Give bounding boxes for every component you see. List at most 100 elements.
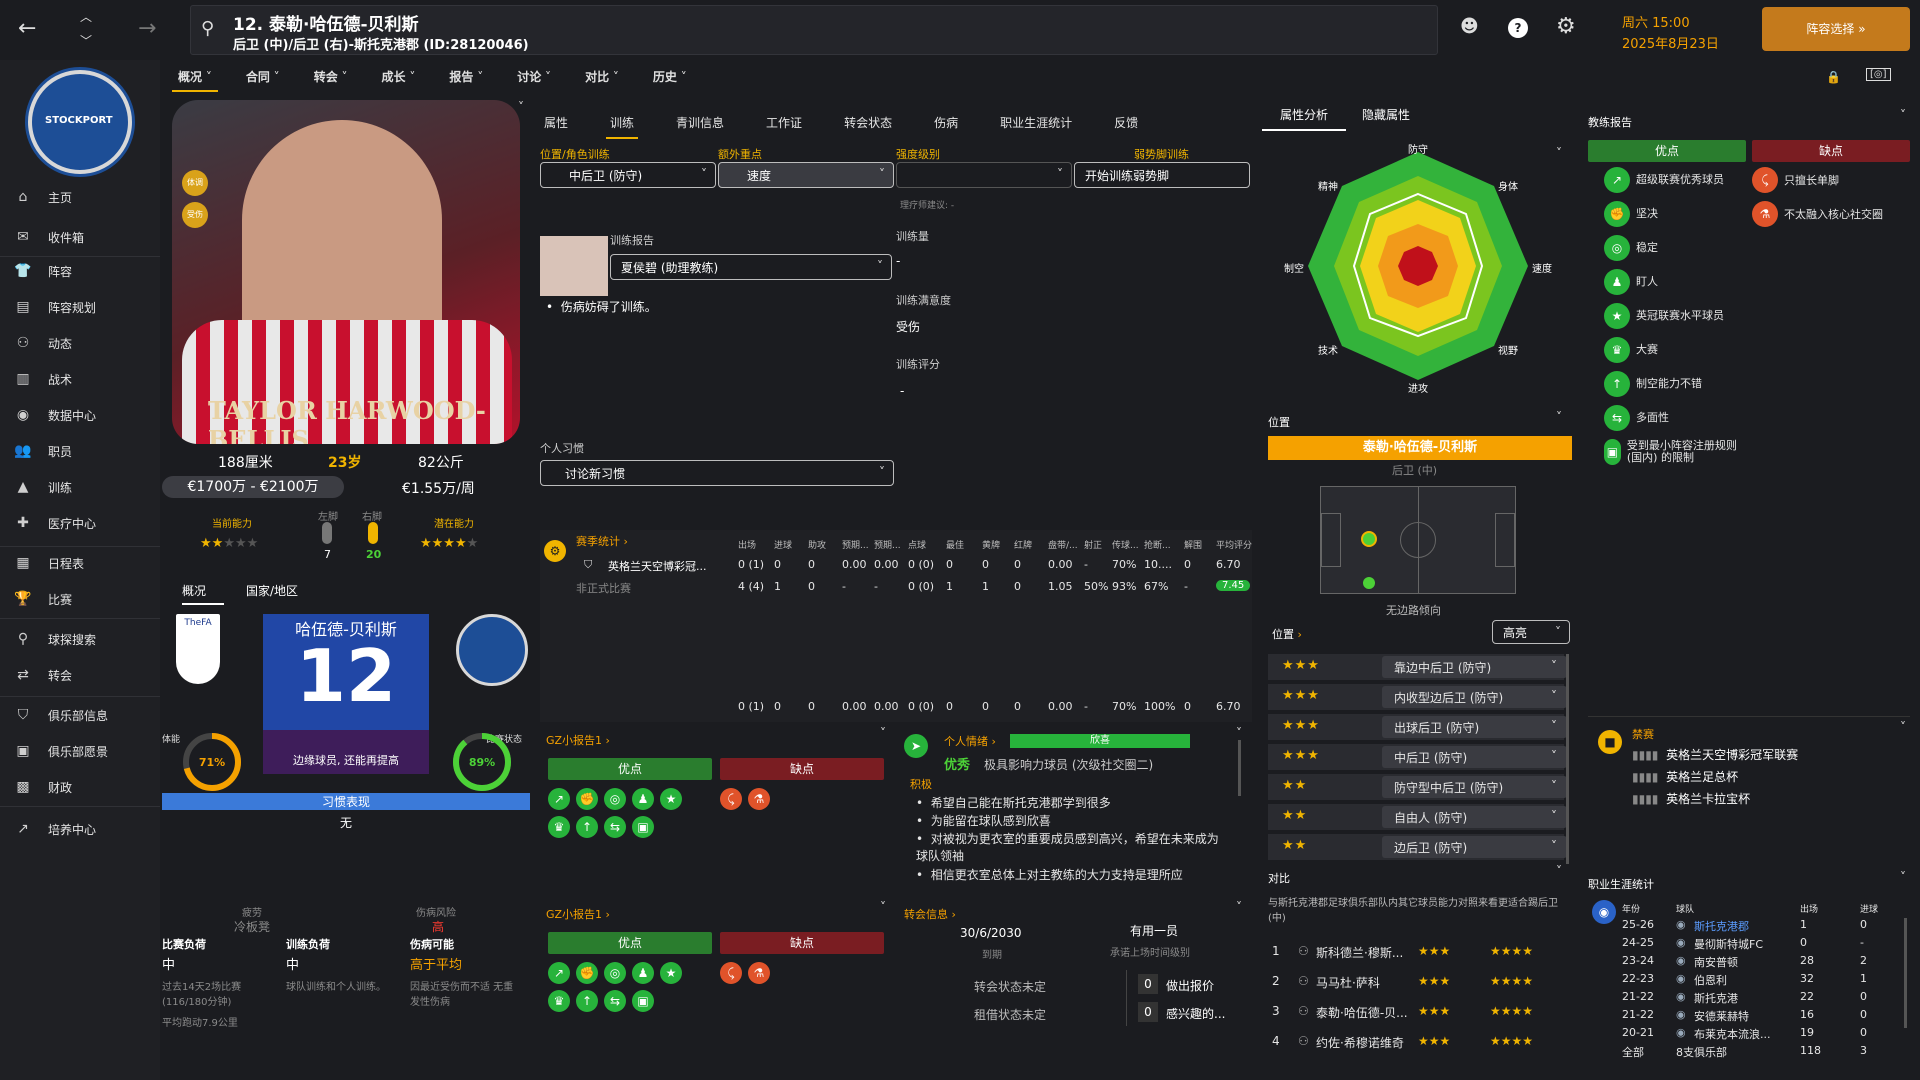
tab-transfer-status[interactable]: 转会状态 bbox=[840, 108, 896, 139]
position-role-row[interactable]: ★★★ 出球后卫 (防守) ˅ bbox=[1268, 714, 1567, 740]
career-row[interactable]: 21-22 ◉ 安德莱赫特 16 0 bbox=[1622, 1008, 1920, 1025]
interested-link[interactable]: 感兴趣的... bbox=[1166, 1005, 1225, 1022]
transfer-title[interactable]: 转会信息 › bbox=[904, 906, 956, 922]
compare-row[interactable]: 2 ⚇ 马马杜·萨科 ★★★ ★★★★ bbox=[1268, 974, 1568, 1002]
sidebar-item-inbox[interactable]: ✉ 收件箱 bbox=[12, 224, 157, 250]
flask-icon[interactable]: ⚗ bbox=[748, 788, 770, 810]
nav-compare[interactable]: 对比 ˅ bbox=[579, 62, 625, 92]
sidebar-item-dynamics[interactable]: ⚇ 动态 bbox=[12, 330, 157, 356]
make-offer-link[interactable]: 做出报价 bbox=[1166, 977, 1214, 994]
marking-icon[interactable]: ♟ bbox=[632, 788, 654, 810]
tab-nation[interactable]: 国家/地区 bbox=[246, 582, 298, 599]
position-role-row[interactable]: ★★★ 中后卫 (防守) ˅ bbox=[1268, 744, 1567, 770]
fitness-badge[interactable]: 体调 bbox=[182, 170, 208, 196]
coach-report-collapse-icon[interactable]: ˅ bbox=[1900, 108, 1906, 122]
stats-header-cell[interactable]: 抢断... bbox=[1144, 538, 1171, 551]
register-icon[interactable]: ▣ bbox=[632, 816, 654, 838]
gz-report-title-1[interactable]: GZ小报告1 › bbox=[546, 732, 610, 748]
camera-icon[interactable]: [◎] bbox=[1866, 68, 1891, 81]
sidebar-item-staff[interactable]: 👥 职员 bbox=[12, 438, 157, 464]
fist-icon[interactable]: ✊ bbox=[576, 962, 598, 984]
position-role-row[interactable]: ★★ 自由人 (防守) ˅ bbox=[1268, 804, 1567, 830]
brain-icon[interactable]: ☻ bbox=[1460, 16, 1479, 37]
fist-icon[interactable]: ✊ bbox=[576, 788, 598, 810]
stats-header-cell[interactable]: 最佳 bbox=[946, 538, 964, 551]
intensity-select[interactable]: ˅ bbox=[896, 162, 1072, 188]
position-role-row[interactable]: ★★ 边后卫 (防守) ˅ bbox=[1268, 834, 1567, 860]
nav-reports[interactable]: 报告 ˅ bbox=[443, 62, 489, 92]
stats-header-cell[interactable]: 进球 bbox=[774, 538, 792, 551]
gear-icon[interactable]: ⚙ bbox=[1556, 14, 1576, 39]
stats-header-cell[interactable]: 平均评分 bbox=[1216, 538, 1252, 551]
role-select[interactable]: 中后卫 (防守) ˅ bbox=[1382, 746, 1567, 768]
star-icon[interactable]: ★ bbox=[660, 788, 682, 810]
compare-row[interactable]: 1 ⚇ 斯科德兰·穆斯... ★★★ ★★★★ bbox=[1268, 944, 1568, 972]
search-bar[interactable]: ⚲ 12. 泰勒·哈伍德-贝利斯 后卫 (中)/后卫 (右)-斯托克港郡 (ID… bbox=[190, 5, 1438, 55]
position-list-title[interactable]: 位置 › bbox=[1272, 626, 1302, 642]
tab-hidden-attr[interactable]: 隐藏属性 bbox=[1362, 106, 1410, 123]
career-row[interactable]: 22-23 ◉ 伯恩利 32 1 bbox=[1622, 972, 1920, 989]
sidebar-item-club-info[interactable]: ⛉ 俱乐部信息 bbox=[12, 702, 157, 728]
habit-select[interactable]: 讨论新习惯 ˅ bbox=[540, 460, 894, 486]
career-row[interactable]: 25-26 ◉ 斯托克港郡 1 0 bbox=[1622, 918, 1920, 935]
compare-row[interactable]: 4 ⚇ 约佐·希穆诺维奇 ★★★ ★★★★ bbox=[1268, 1034, 1568, 1062]
stats-header-cell[interactable]: 预期... bbox=[842, 538, 869, 551]
coach-pro-item[interactable]: ♛ 大赛 bbox=[1604, 336, 1744, 364]
fa-crest[interactable]: TheFA bbox=[176, 614, 220, 684]
sidebar-item-data-hub[interactable]: ◉ 数据中心 bbox=[12, 402, 157, 428]
nav-history[interactable]: 历史 ˅ bbox=[647, 62, 693, 92]
trend-icon[interactable]: ↗ bbox=[548, 788, 570, 810]
stats-header-cell[interactable]: 盘带/... bbox=[1048, 538, 1078, 551]
sidebar-item-home[interactable]: ⌂ 主页 bbox=[12, 184, 157, 210]
career-row[interactable]: 20-21 ◉ 布莱克本流浪... 19 0 bbox=[1622, 1026, 1920, 1043]
weak-foot-button[interactable]: 开始训练弱势脚 bbox=[1074, 162, 1250, 188]
chevron-down-icon[interactable]: ﹀ bbox=[80, 32, 92, 49]
compare-row[interactable]: 3 ⚇ 泰勒·哈伍德-贝... ★★★ ★★★★ bbox=[1268, 1004, 1568, 1032]
tab-attributes[interactable]: 属性 bbox=[540, 108, 572, 139]
star-icon[interactable]: ★ bbox=[660, 962, 682, 984]
career-row[interactable]: 24-25 ◉ 曼彻斯特城FC 0 - bbox=[1622, 936, 1920, 953]
trophy-icon[interactable]: ♛ bbox=[548, 990, 570, 1012]
trend-icon[interactable]: ↗ bbox=[548, 962, 570, 984]
highlight-select[interactable]: 高亮 ˅ bbox=[1492, 620, 1570, 644]
tab-training[interactable]: 训练 bbox=[606, 108, 639, 139]
position-role-row[interactable]: ★★ 防守型中后卫 (防守) ˅ bbox=[1268, 774, 1567, 800]
back-arrow-icon[interactable]: ← bbox=[18, 16, 36, 41]
career-collapse-icon[interactable]: ˅ bbox=[1900, 870, 1906, 884]
sidebar-item-finances[interactable]: ▩ 财政 bbox=[12, 774, 157, 800]
club-crest-small[interactable] bbox=[456, 614, 528, 686]
tab-injury[interactable]: 伤病 bbox=[930, 108, 962, 139]
extra-focus-select[interactable]: 速度 ˅ bbox=[718, 162, 894, 188]
lineup-button[interactable]: 阵容选择 » bbox=[1762, 7, 1910, 51]
position-collapse-icon[interactable]: ˅ bbox=[1556, 410, 1562, 424]
compare-collapse-icon[interactable]: ˅ bbox=[1556, 864, 1562, 878]
pos-training-select[interactable]: 中后卫 (防守) ˅ bbox=[540, 162, 716, 188]
tab-overview[interactable]: 概况 bbox=[182, 582, 224, 605]
stats-header-cell[interactable]: 点球 bbox=[908, 538, 926, 551]
role-select[interactable]: 防守型中后卫 (防守) ˅ bbox=[1382, 776, 1567, 798]
lock-icon[interactable]: 🔒 bbox=[1826, 70, 1841, 84]
role-select[interactable]: 自由人 (防守) ˅ bbox=[1382, 806, 1567, 828]
career-row[interactable]: 21-22 ◉ 斯托克港 22 0 bbox=[1622, 990, 1920, 1007]
stats-header-cell[interactable]: 预期... bbox=[874, 538, 901, 551]
transfer-collapse-icon[interactable]: ˅ bbox=[1236, 900, 1242, 914]
tab-work-permit[interactable]: 工作证 bbox=[762, 108, 806, 139]
sidebar-item-development[interactable]: ↗ 培养中心 bbox=[12, 816, 157, 842]
nav-overview[interactable]: 概况 ˅ bbox=[172, 62, 218, 92]
career-row[interactable]: 23-24 ◉ 南安普顿 28 2 bbox=[1622, 954, 1920, 971]
role-select[interactable]: 出球后卫 (防守) ˅ bbox=[1382, 716, 1567, 738]
nav-discuss[interactable]: 讨论 ˅ bbox=[511, 62, 557, 92]
nav-development[interactable]: 成长 ˅ bbox=[376, 62, 422, 92]
header-icon[interactable]: ↑ bbox=[576, 990, 598, 1012]
stats-header-cell[interactable]: 传球... bbox=[1112, 538, 1139, 551]
tab-feedback[interactable]: 反馈 bbox=[1110, 108, 1142, 139]
injury-badge[interactable]: 受伤 bbox=[182, 202, 208, 228]
tab-career-stats[interactable]: 职业生涯统计 bbox=[996, 108, 1076, 139]
coach-pro-item[interactable]: ♟ 盯人 bbox=[1604, 268, 1744, 296]
coach-pro-item[interactable]: ◎ 稳定 bbox=[1604, 234, 1744, 262]
sidebar-item-squad-plan[interactable]: ▤ 阵容规划 bbox=[12, 294, 157, 320]
coach-pro-item[interactable]: ↗ 超级联赛优秀球员 bbox=[1604, 166, 1744, 194]
stats-header-cell[interactable]: 射正 bbox=[1084, 538, 1102, 551]
coach-con-2[interactable]: ⚗ 不太融入核心社交圈 bbox=[1752, 200, 1883, 228]
gz1-collapse-icon[interactable]: ˅ bbox=[880, 726, 886, 740]
